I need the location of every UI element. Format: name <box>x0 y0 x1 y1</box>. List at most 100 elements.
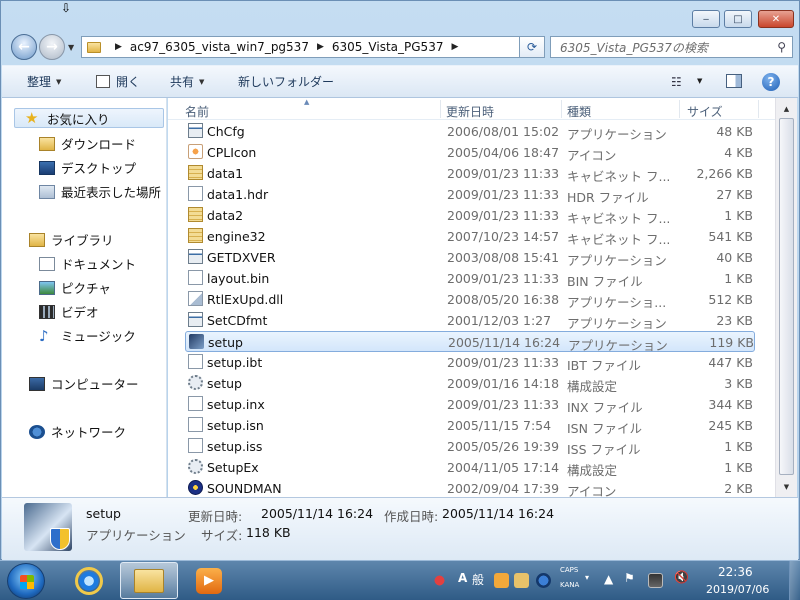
maximize-button[interactable]: □ <box>724 10 752 28</box>
address-bar[interactable]: ▶ ac97_6305_vista_win7_pg537 ▶ 6305_Vist… <box>81 36 544 58</box>
column-header-date[interactable]: 更新日時 <box>446 103 494 120</box>
clock-date[interactable]: 2019/07/06 <box>706 583 769 596</box>
search-input[interactable]: 6305_Vista_PG537の検索 ⚲ <box>550 36 793 58</box>
column-divider[interactable] <box>440 100 441 118</box>
file-type: INX ファイル <box>567 400 643 415</box>
clock-time[interactable]: 22:36 <box>718 565 753 579</box>
nav-item-desktop[interactable]: デスクトップ <box>39 158 136 177</box>
file-type: アプリケーション <box>567 127 667 142</box>
file-row[interactable]: engine32 2007/10/23 14:57 キャビネット フ... 541 K… <box>185 226 755 247</box>
column-divider[interactable] <box>679 100 680 118</box>
ime-kanji-indicator[interactable]: 般 <box>472 571 484 588</box>
taskbar-internet-explorer[interactable] <box>60 562 118 599</box>
file-name: SOUNDMAN <box>207 481 282 496</box>
ime-dictionary-icon[interactable] <box>514 573 529 588</box>
file-row[interactable]: data2 2009/01/23 11:33 キャビネット フ... 1 KB <box>185 205 755 226</box>
action-center-flag-icon[interactable]: ⚑ <box>624 571 635 585</box>
file-row[interactable]: data1 2009/01/23 11:33 キャビネット フ... 2,266 KB <box>185 163 755 184</box>
ime-options-icon[interactable]: ▾ <box>585 573 589 582</box>
file-row[interactable]: layout.bin 2009/01/23 11:33 BIN ファイル 1 KB <box>185 268 755 289</box>
taskbar-media-player[interactable]: ▶ <box>180 562 238 599</box>
ime-mode-indicator[interactable]: A <box>458 571 467 585</box>
nav-item-computer[interactable]: コンピューター <box>29 374 139 393</box>
column-header-size[interactable]: サイズ <box>687 103 723 120</box>
cabinet-icon <box>188 207 203 222</box>
file-date: 2009/01/23 11:33 <box>447 397 560 412</box>
start-button[interactable] <box>7 563 45 599</box>
nav-item-downloads[interactable]: ダウンロード <box>39 134 136 153</box>
kana-indicator: KANA <box>560 581 580 589</box>
chevron-right-icon[interactable]: ▶ <box>451 42 458 52</box>
nav-item-libraries[interactable]: ライブラリ <box>29 230 114 249</box>
taskbar-windows-explorer[interactable] <box>120 562 178 599</box>
details-file-name: setup <box>86 506 121 521</box>
ime-tool-icon[interactable] <box>494 573 509 588</box>
nav-item-pictures[interactable]: ピクチャ <box>39 278 111 297</box>
column-header-name[interactable]: 名前 <box>185 103 209 120</box>
nav-item-documents[interactable]: ドキュメント <box>39 254 136 273</box>
config-icon <box>188 375 203 390</box>
ime-help-icon[interactable] <box>536 573 551 588</box>
file-row-selected[interactable]: setup 2005/11/14 16:24 アプリケーション 119 KB <box>185 331 755 353</box>
column-divider[interactable] <box>758 100 759 118</box>
new-folder-button[interactable]: 新しいフォルダー <box>238 73 334 90</box>
breadcrumb-item[interactable]: 6305_Vista_PG537 <box>332 40 444 54</box>
chevron-right-icon[interactable]: ▶ <box>115 42 122 52</box>
share-button[interactable]: 共有 ▼ <box>170 73 204 90</box>
pictures-icon <box>39 280 55 295</box>
close-button[interactable]: ✕ <box>758 10 794 28</box>
file-row[interactable]: ChCfg 2006/08/01 15:02 アプリケーション 48 KB <box>185 121 755 142</box>
file-row[interactable]: setup.inx 2009/01/23 11:33 INX ファイル 344 KB <box>185 394 755 415</box>
nav-item-videos[interactable]: ビデオ <box>39 302 99 321</box>
scrollbar-thumb[interactable] <box>779 118 794 475</box>
nav-item-music[interactable]: ♪ ミュージック <box>39 326 136 345</box>
view-options-icon[interactable]: ☷ <box>671 75 682 89</box>
vertical-scrollbar[interactable]: ▲ ▼ <box>775 98 797 497</box>
nav-item-recent-places[interactable]: 最近表示した場所 <box>39 182 161 201</box>
file-row[interactable]: setup.iss 2005/05/26 19:39 ISS ファイル 1 KB <box>185 436 755 457</box>
back-button[interactable]: ← <box>11 34 37 60</box>
recent-pages-dropdown-icon[interactable]: ▼ <box>68 43 74 52</box>
show-hidden-icons[interactable]: ▲ <box>604 572 613 586</box>
scroll-down-icon[interactable]: ▼ <box>778 478 795 495</box>
help-icon[interactable]: ? <box>762 73 780 91</box>
file-type: アプリケーショ... <box>567 295 667 310</box>
ime-pad-icon[interactable] <box>432 573 447 588</box>
minimize-button[interactable]: ‒ <box>692 10 720 28</box>
file-row[interactable]: SetCDfmt 2001/12/03 1:27 アプリケーション 23 KB <box>185 310 755 331</box>
scroll-up-icon[interactable]: ▲ <box>778 100 795 117</box>
column-divider[interactable] <box>561 100 562 118</box>
file-row[interactable]: setup.isn 2005/11/15 7:54 ISN ファイル 245 KB <box>185 415 755 436</box>
column-header-type[interactable]: 種類 <box>567 103 591 120</box>
nav-item-favorites[interactable]: ★ お気に入り <box>14 108 164 128</box>
refresh-button[interactable]: ⟳ <box>519 36 545 58</box>
breadcrumb-item[interactable]: ac97_6305_vista_win7_pg537 <box>130 40 309 54</box>
application-icon <box>188 312 203 327</box>
file-size: 2 KB <box>724 481 753 496</box>
nav-item-network[interactable]: ネットワーク <box>29 422 126 441</box>
file-row[interactable]: SetupEx 2004/11/05 17:14 構成設定 1 KB <box>185 457 755 478</box>
file-row[interactable]: data1.hdr 2009/01/23 11:33 HDR ファイル 27 KB <box>185 184 755 205</box>
file-row[interactable]: SOUNDMAN 2002/09/04 17:39 アイコン 2 KB <box>185 478 755 497</box>
file-size: 245 KB <box>708 418 753 433</box>
forward-button[interactable]: → <box>39 34 65 60</box>
file-row[interactable]: setup 2009/01/16 14:18 構成設定 3 KB <box>185 373 755 394</box>
nav-item-label: ミュージック <box>61 329 136 344</box>
file-row[interactable]: GETDXVER 2003/08/08 15:41 アプリケーション 40 KB <box>185 247 755 268</box>
details-size-label: サイズ: <box>201 528 243 543</box>
open-button[interactable]: 開く <box>96 73 140 90</box>
file-row[interactable]: setup.ibt 2009/01/23 11:33 IBT ファイル 447 KB <box>185 352 755 373</box>
file-type: ISS ファイル <box>567 442 641 457</box>
uac-shield-icon <box>50 528 70 550</box>
file-row[interactable]: CPLIcon 2005/04/06 18:47 アイコン 4 KB <box>185 142 755 163</box>
sort-ascending-icon: ▲ <box>304 98 310 106</box>
file-row[interactable]: RtlExUpd.dll 2008/05/20 16:38 アプリケーショ... 51… <box>185 289 755 310</box>
volume-muted-icon[interactable]: 🔇 <box>674 570 689 584</box>
network-status-icon[interactable] <box>648 573 663 588</box>
chevron-right-icon[interactable]: ▶ <box>317 42 324 52</box>
chevron-down-icon[interactable]: ▼ <box>697 77 702 85</box>
organize-button[interactable]: 整理 ▼ <box>27 73 61 90</box>
search-icon[interactable]: ⚲ <box>777 40 786 54</box>
show-desktop-button[interactable] <box>789 561 800 600</box>
preview-pane-icon[interactable] <box>726 74 742 88</box>
